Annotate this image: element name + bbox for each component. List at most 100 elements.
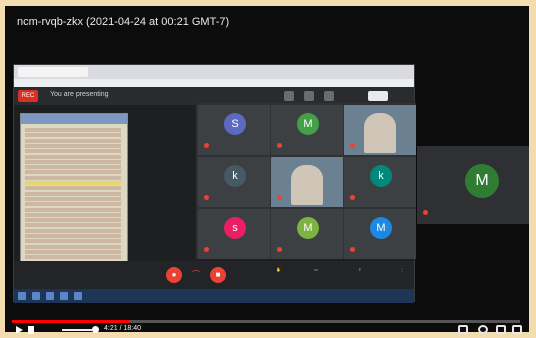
spreadsheet-row xyxy=(25,223,121,228)
participant-name-row xyxy=(277,143,337,149)
avatar: S xyxy=(224,113,246,135)
seek-bar[interactable] xyxy=(12,320,520,323)
spreadsheet-row xyxy=(25,133,121,138)
mic-off-icon xyxy=(277,247,282,252)
mic-off-icon xyxy=(277,195,282,200)
participant-name-row xyxy=(204,143,264,149)
spreadsheet-row xyxy=(25,239,121,244)
browser-tab-bar xyxy=(14,65,414,79)
participant-tile xyxy=(271,157,343,207)
avatar: k xyxy=(370,165,392,187)
taskbar-app-icon xyxy=(32,292,40,300)
mic-off-icon: ● xyxy=(166,267,182,283)
spreadsheet-row xyxy=(25,154,121,159)
spreadsheet-row xyxy=(25,244,121,249)
avatar: M xyxy=(297,217,319,239)
participant-name-row xyxy=(350,247,410,253)
more-options-icon: ⋮ xyxy=(400,267,404,272)
next-icon[interactable] xyxy=(28,326,34,334)
spreadsheet-row xyxy=(25,255,121,260)
spreadsheet-row xyxy=(25,207,121,212)
participant-tile: M xyxy=(271,209,343,259)
spreadsheet-row xyxy=(25,138,121,143)
camera-off-icon: ■ xyxy=(210,267,226,283)
captions-button[interactable] xyxy=(458,325,468,334)
captions-icon: ▭ xyxy=(314,267,318,272)
present-icon: ⇧ xyxy=(358,267,362,272)
participant-name-row xyxy=(423,210,483,216)
spreadsheet-row xyxy=(25,218,121,223)
recorded-laptop-screen: REC You are presenting S Mk k s M M ● ⌒ ■ ✋ ▭… xyxy=(13,64,416,303)
participant-grid: S Mk k s M M xyxy=(196,103,416,259)
avatar: s xyxy=(224,217,246,239)
video-player[interactable]: ncm-rvqb-zkx (2021-04-24 at 00:21 GMT-7)… xyxy=(5,6,529,332)
participant-tile xyxy=(344,105,416,155)
raise-hand-icon: ✋ xyxy=(276,267,281,272)
avatar: M xyxy=(465,164,499,198)
presenting-text: You are presenting xyxy=(50,91,109,98)
chat-icon xyxy=(324,91,334,101)
spreadsheet-row xyxy=(25,234,121,238)
mic-off-icon xyxy=(423,210,428,215)
taskbar-app-icon xyxy=(60,292,68,300)
spreadsheet-row xyxy=(25,191,121,196)
participant-name-row xyxy=(350,143,410,149)
participant-tile: S xyxy=(198,105,270,155)
participant-tile: M xyxy=(344,209,416,259)
spreadsheet-row xyxy=(25,181,121,185)
participant-tile: k xyxy=(344,157,416,207)
spreadsheet-row xyxy=(25,175,121,180)
participant-name-row xyxy=(350,195,410,201)
participant-tile: s xyxy=(198,209,270,259)
miniplayer-icon[interactable] xyxy=(496,325,506,334)
time-display: 4:21 / 18:40 xyxy=(104,325,141,332)
participant-tile-large: M xyxy=(417,146,529,224)
avatar: k xyxy=(224,165,246,187)
browser-url-bar xyxy=(14,79,414,87)
meet-control-bar: ● ⌒ ■ ✋ ▭ ⇧ ⋮ xyxy=(14,261,414,289)
mic-off-icon xyxy=(204,195,209,200)
spreadsheet-row xyxy=(25,128,121,132)
info-icon xyxy=(284,91,294,101)
participant-name-row xyxy=(204,247,264,253)
spreadsheet-row xyxy=(25,228,121,233)
spreadsheet-row xyxy=(25,186,121,191)
taskbar-app-icon xyxy=(74,292,82,300)
volume-knob[interactable] xyxy=(92,326,99,333)
mic-off-icon xyxy=(277,143,282,148)
play-icon[interactable] xyxy=(16,326,23,334)
spreadsheet-row xyxy=(25,149,121,154)
spreadsheet-row xyxy=(25,202,121,207)
participant-tile: M xyxy=(271,105,343,155)
taskbar-app-icon xyxy=(46,292,54,300)
video-title: ncm-rvqb-zkx (2021-04-24 at 00:21 GMT-7) xyxy=(17,16,230,28)
spreadsheet-row xyxy=(25,249,121,254)
spreadsheet-row xyxy=(25,212,121,217)
mic-off-icon xyxy=(204,143,209,148)
hangup-icon: ⌒ xyxy=(192,270,200,279)
rec-badge: REC xyxy=(18,90,38,102)
spreadsheet-row xyxy=(25,159,121,164)
browser-tab xyxy=(18,67,88,77)
participants-tile xyxy=(368,91,388,101)
participant-name-row xyxy=(277,247,337,253)
spreadsheet-window xyxy=(20,113,128,277)
avatar: M xyxy=(370,217,392,239)
volume-slider[interactable] xyxy=(62,329,92,331)
participant-name-row xyxy=(204,195,264,201)
spreadsheet-row xyxy=(25,165,121,170)
avatar: M xyxy=(297,113,319,135)
start-icon xyxy=(18,292,26,300)
mic-off-icon xyxy=(350,143,355,148)
mic-off-icon xyxy=(204,247,209,252)
mic-off-icon xyxy=(350,195,355,200)
people-icon xyxy=(304,91,314,101)
spreadsheet-titlebar xyxy=(21,114,127,124)
fullscreen-icon[interactable] xyxy=(512,325,522,334)
spreadsheet-row xyxy=(25,170,121,175)
participant-tile: k xyxy=(198,157,270,207)
settings-gear-icon[interactable] xyxy=(478,325,488,334)
spreadsheet-row xyxy=(25,143,121,148)
spreadsheet-row xyxy=(25,196,121,201)
player-controls: 4:21 / 18:40 xyxy=(12,325,522,337)
